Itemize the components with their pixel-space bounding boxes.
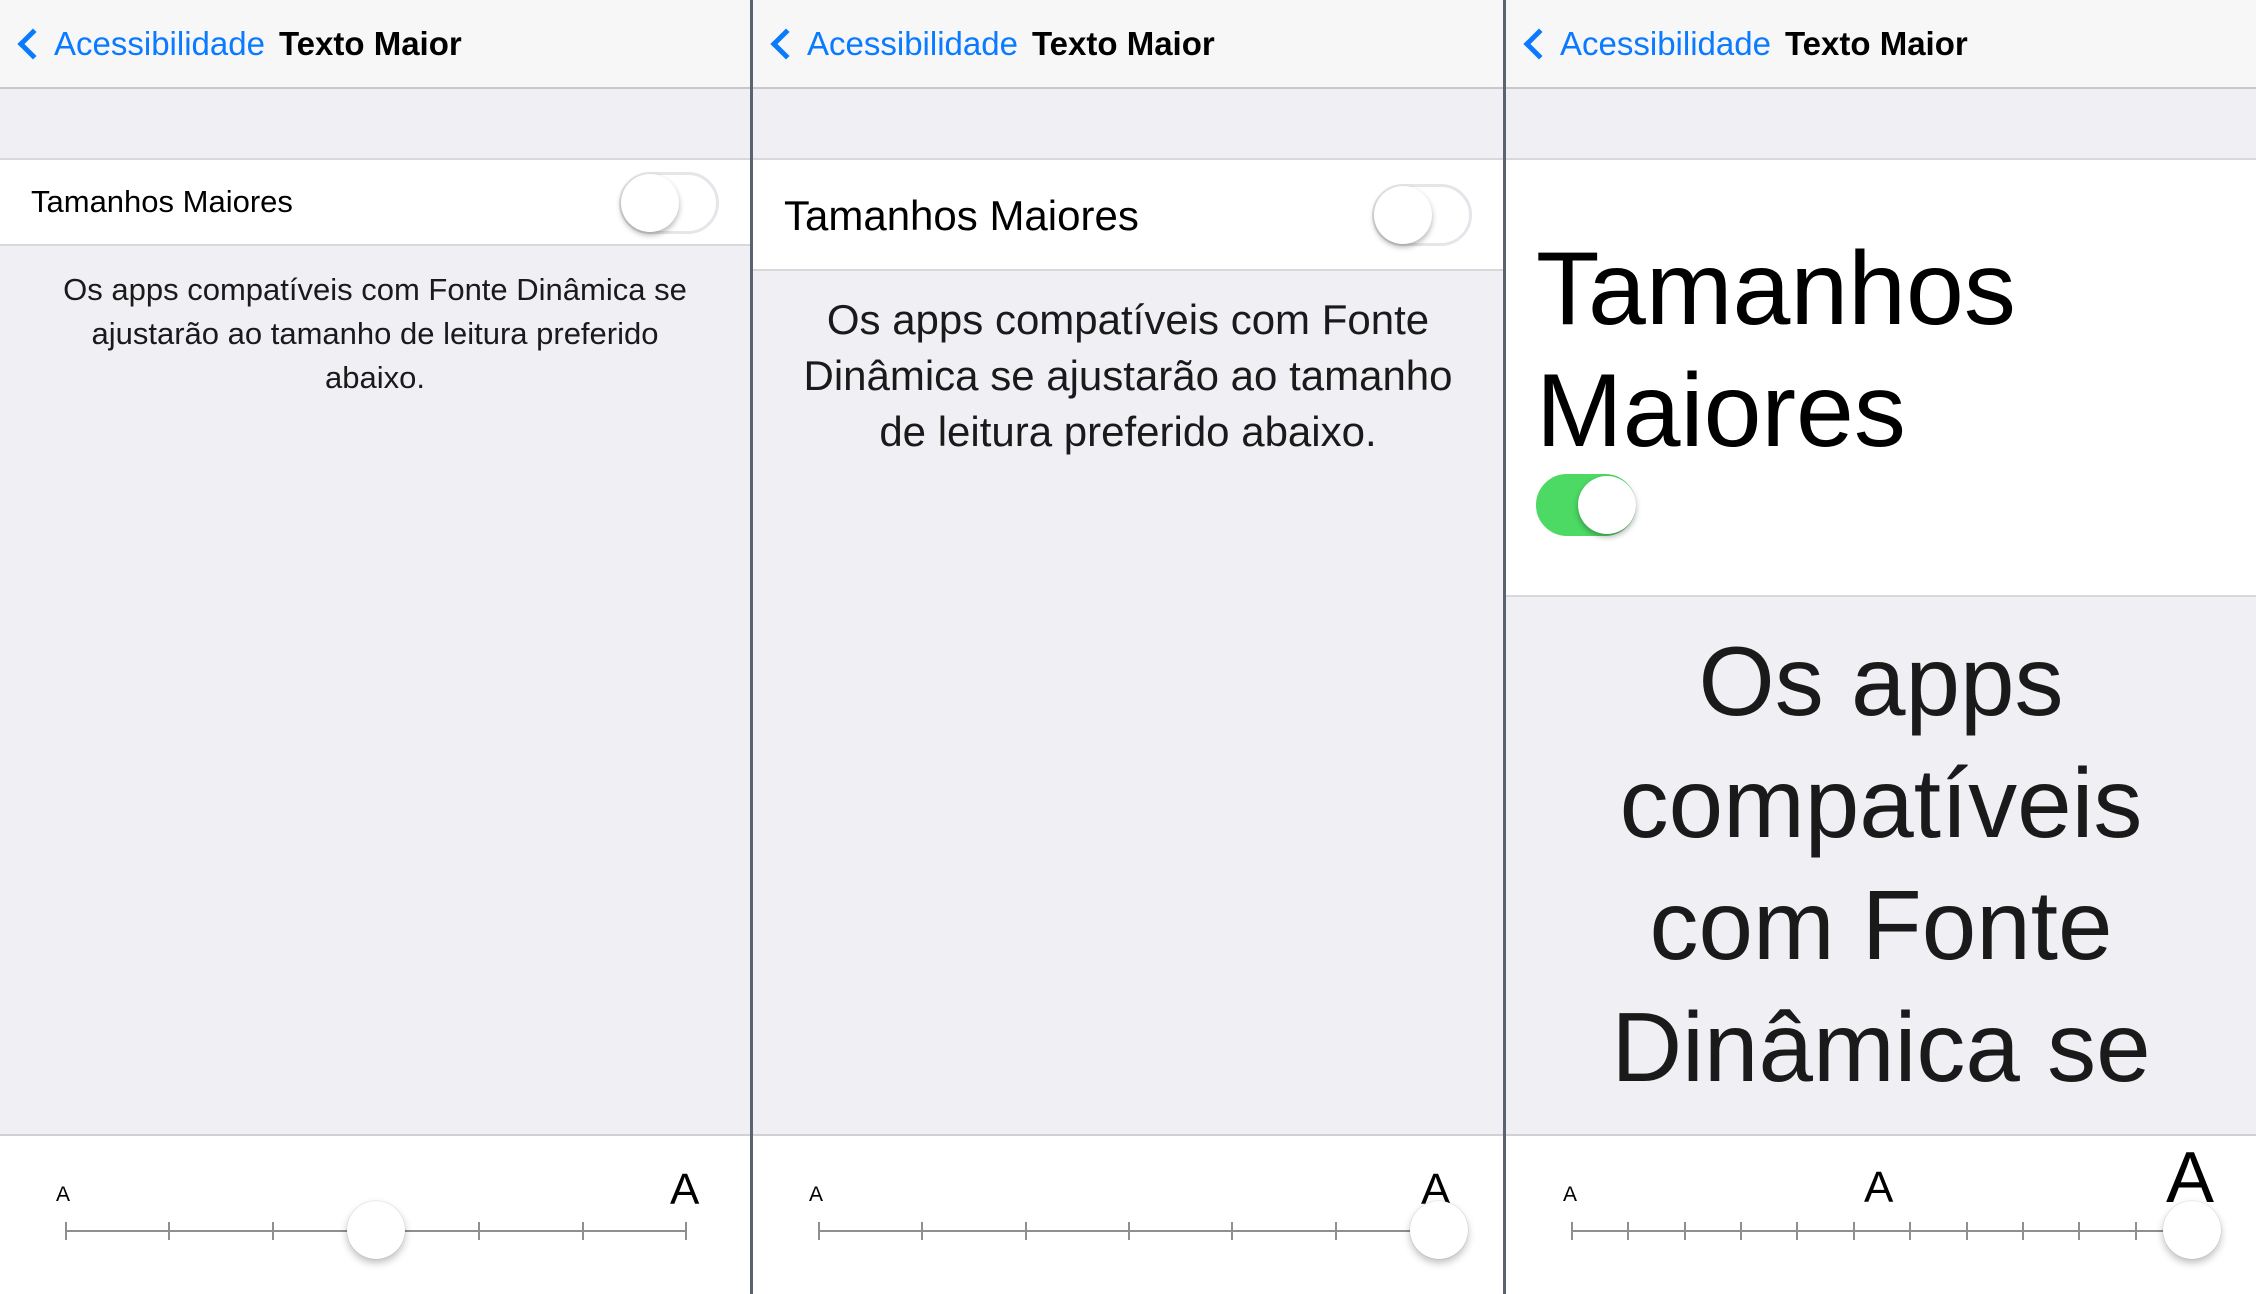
description: Os apps compatíveis com Fonte Dinâmica s… xyxy=(1611,626,2151,1102)
slider-tick xyxy=(1796,1222,1799,1240)
slider-tick xyxy=(685,1222,687,1240)
slider-thumb[interactable] xyxy=(347,1201,405,1259)
chevron-left-icon xyxy=(1523,27,1555,60)
panel-larger: Acessibilidade Texto Maior Tamanhos Maio… xyxy=(753,0,1503,1294)
page-title: Texto Maior xyxy=(1031,24,1215,62)
slider-tick xyxy=(2021,1222,2024,1240)
larger-sizes-cell: Tamanhos Maiores xyxy=(1506,158,2256,597)
slider-tick xyxy=(1965,1222,1968,1240)
slider-tick xyxy=(921,1222,924,1240)
text-size-slider[interactable] xyxy=(818,1201,1468,1259)
text-size-slider[interactable] xyxy=(1571,1201,2221,1259)
back-label: Acessibilidade xyxy=(54,24,265,62)
text-size-slider-area: A A xyxy=(753,1134,1503,1294)
slider-tick xyxy=(1571,1222,1573,1240)
larger-sizes-toggle[interactable] xyxy=(1536,474,1636,536)
back-button[interactable]: Acessibilidade xyxy=(1520,25,1771,63)
larger-sizes-cell: Tamanhos Maiores xyxy=(0,158,750,246)
text-size-slider[interactable] xyxy=(65,1201,687,1259)
back-button[interactable]: Acessibilidade xyxy=(14,25,265,63)
text-size-slider-area: A A xyxy=(0,1134,750,1294)
back-button[interactable]: Acessibilidade xyxy=(767,25,1018,63)
slider-tick xyxy=(1740,1222,1743,1240)
description: Os apps compatíveis com Fonte Dinâmica s… xyxy=(63,272,687,395)
back-label: Acessibilidade xyxy=(807,24,1018,62)
slider-tick xyxy=(1231,1222,1234,1240)
back-label: Acessibilidade xyxy=(1560,24,1771,62)
slider-tick xyxy=(1683,1222,1686,1240)
larger-sizes-toggle[interactable] xyxy=(1372,184,1472,246)
panel-accessibility-sizes: Acessibilidade Texto Maior Tamanhos Maio… xyxy=(1506,0,2256,1294)
text-size-slider-area: A A A xyxy=(1506,1134,2256,1294)
slider-tick xyxy=(65,1222,67,1240)
toggle-label: Tamanhos Maiores xyxy=(784,192,1139,239)
small-a-label: A xyxy=(809,1183,824,1206)
slider-tick xyxy=(1128,1222,1130,1240)
toggle-label: Tamanhos Maiores xyxy=(31,184,293,219)
toggle-label: Tamanhos Maiores xyxy=(1536,231,2016,469)
nav-bar: Acessibilidade Texto Maior xyxy=(0,0,750,89)
small-a-label: A xyxy=(1563,1183,1578,1206)
page-title: Texto Maior xyxy=(278,24,462,62)
slider-tick xyxy=(1024,1222,1027,1240)
slider-tick xyxy=(2134,1222,2137,1240)
small-a-label: A xyxy=(56,1183,71,1206)
nav-bar: Acessibilidade Texto Maior xyxy=(753,0,1503,89)
description: Os apps compatíveis com Fonte Dinâmica s… xyxy=(803,296,1453,455)
chevron-left-icon xyxy=(17,27,49,60)
slider-tick xyxy=(581,1222,584,1240)
slider-thumb[interactable] xyxy=(2163,1201,2221,1259)
slider-tick xyxy=(271,1222,274,1240)
chevron-left-icon xyxy=(770,27,802,60)
medium-a-label: A xyxy=(1864,1163,1894,1212)
slider-thumb[interactable] xyxy=(1410,1201,1468,1259)
slider-tick xyxy=(818,1222,820,1240)
slider-tick xyxy=(2078,1222,2081,1240)
slider-tick xyxy=(478,1222,481,1240)
slider-tick xyxy=(168,1222,171,1240)
slider-tick xyxy=(1852,1222,1855,1240)
larger-sizes-cell: Tamanhos Maiores xyxy=(753,158,1503,271)
panel-default: Acessibilidade Texto Maior Tamanhos Maio… xyxy=(0,0,750,1294)
slider-tick xyxy=(1334,1222,1337,1240)
larger-sizes-toggle[interactable] xyxy=(619,172,719,234)
slider-tick xyxy=(1627,1222,1630,1240)
page-title: Texto Maior xyxy=(1784,24,1968,62)
large-a-label: A xyxy=(670,1165,700,1214)
slider-tick xyxy=(1909,1222,1912,1240)
nav-bar: Acessibilidade Texto Maior xyxy=(1506,0,2256,89)
